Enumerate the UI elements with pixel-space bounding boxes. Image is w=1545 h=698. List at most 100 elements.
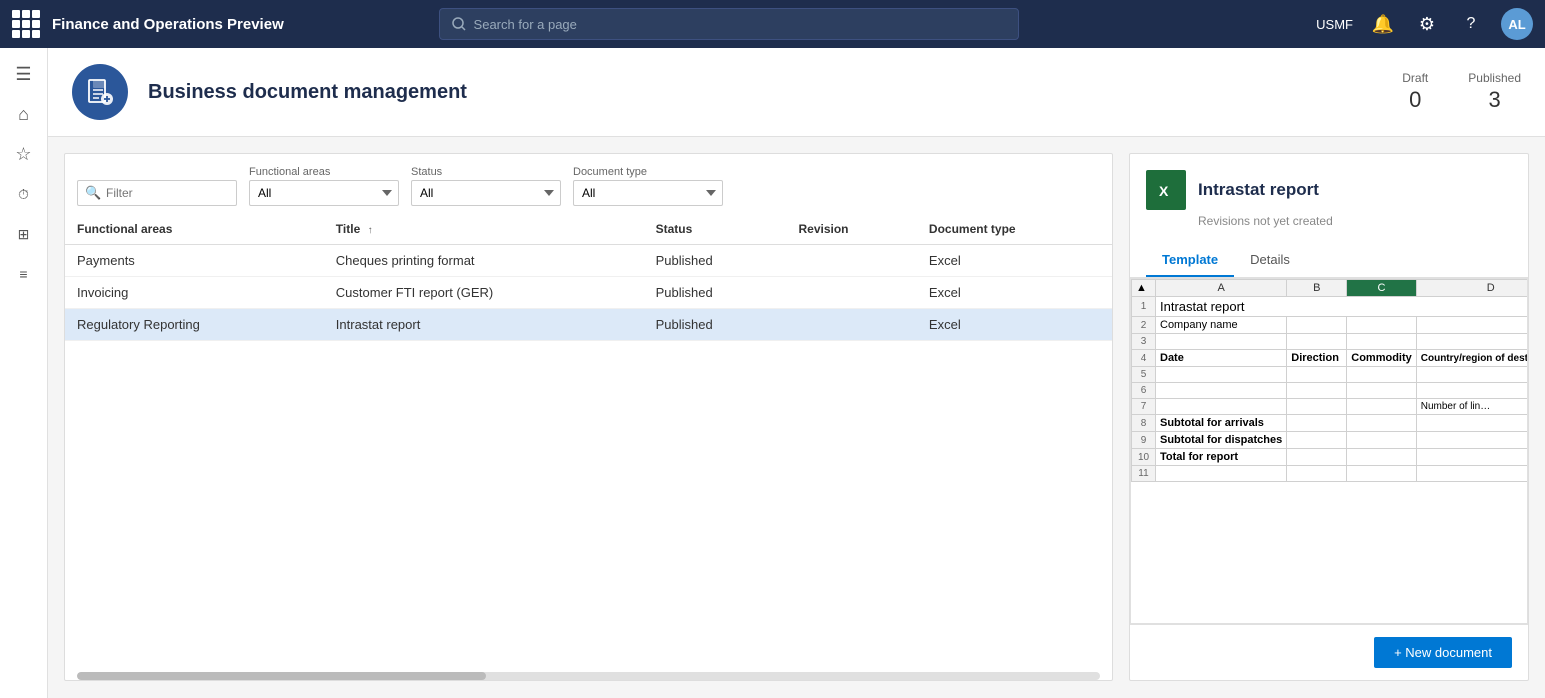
document-type-select[interactable]: All <box>573 180 723 206</box>
published-stat: Published 3 <box>1468 71 1521 113</box>
published-value: 3 <box>1468 87 1521 113</box>
horizontal-scrollbar[interactable] <box>77 672 1100 680</box>
functional-areas-label: Functional areas <box>249 166 399 178</box>
functional-areas-select[interactable]: All <box>249 180 399 206</box>
main-content: Business document management Draft 0 Pub… <box>48 48 1545 698</box>
cell-functional-area: Regulatory Reporting <box>65 309 324 341</box>
detail-footer: + New document <box>1130 624 1528 680</box>
search-input[interactable] <box>474 17 1006 32</box>
page-stats: Draft 0 Published 3 <box>1402 71 1521 113</box>
company-label: USMF <box>1316 17 1353 32</box>
notification-icon[interactable]: 🔔 <box>1369 10 1397 38</box>
status-select[interactable]: All <box>411 180 561 206</box>
cell-2a: Company name <box>1156 317 1287 334</box>
top-navigation: Finance and Operations Preview USMF 🔔 ⚙ … <box>0 0 1545 48</box>
col-a: A <box>1156 280 1287 297</box>
status-filter-label: Status <box>411 166 561 178</box>
tab-template[interactable]: Template <box>1146 244 1234 277</box>
detail-title-row: X Intrastat report <box>1146 170 1512 210</box>
excel-grid: ▲ A B C D 1 Intrastat report <box>1131 279 1528 482</box>
col-title[interactable]: Title ↑ <box>324 214 644 245</box>
col-document-type[interactable]: Document type <box>917 214 1112 245</box>
cell-4c: Commodity <box>1347 350 1417 367</box>
col-revision[interactable]: Revision <box>787 214 917 245</box>
excel-row: 4 Date Direction Commodity Country/regio… <box>1132 350 1529 367</box>
page-header: Business document management Draft 0 Pub… <box>48 48 1545 137</box>
draft-stat: Draft 0 <box>1402 71 1428 113</box>
cell-1a: Intrastat report <box>1156 297 1529 317</box>
tab-details[interactable]: Details <box>1234 244 1306 277</box>
cell-status: Published <box>644 309 787 341</box>
cell-10a: Total for report <box>1156 449 1287 466</box>
content-area: 🔍 Functional areas All Status All <box>48 137 1545 697</box>
filter-input-wrap: 🔍 <box>77 180 237 206</box>
col-functional-areas[interactable]: Functional areas <box>65 214 324 245</box>
col-c: C <box>1347 280 1417 297</box>
document-type-filter: Document type All <box>573 166 723 206</box>
help-icon[interactable]: ? <box>1457 10 1485 38</box>
cell-7d: Number of lin… <box>1416 399 1528 415</box>
excel-row: 11 <box>1132 466 1529 482</box>
search-bar[interactable] <box>439 8 1019 40</box>
excel-row: 9 Subtotal for dispatches <box>1132 432 1529 449</box>
draft-label: Draft <box>1402 71 1428 85</box>
draft-value: 0 <box>1402 87 1428 113</box>
cell-4d: Country/region of destination <box>1416 350 1528 367</box>
cell-status: Published <box>644 277 787 309</box>
table-row[interactable]: Payments Cheques printing format Publish… <box>65 245 1112 277</box>
documents-table: Functional areas Title ↑ Status Revision… <box>65 214 1112 341</box>
cell-document-type: Excel <box>917 245 1112 277</box>
functional-areas-filter: Functional areas All <box>249 166 399 206</box>
table-panel: 🔍 Functional areas All Status All <box>64 153 1113 681</box>
cell-4a: Date <box>1156 350 1287 367</box>
col-status[interactable]: Status <box>644 214 787 245</box>
sidebar: ☰ ⌂ ☆ ⏱ ⊞ ≡ <box>0 48 48 698</box>
cell-document-type: Excel <box>917 309 1112 341</box>
cell-4b: Direction <box>1287 350 1347 367</box>
excel-row: 3 <box>1132 334 1529 350</box>
excel-row: 7 Number of lin… <box>1132 399 1529 415</box>
filter-search-icon: 🔍 <box>85 185 101 201</box>
new-document-button[interactable]: + New document <box>1374 637 1512 668</box>
sidebar-recent-btn[interactable]: ⏱ <box>6 176 42 212</box>
excel-row: 5 <box>1132 367 1529 383</box>
detail-subtitle: Revisions not yet created <box>1198 214 1512 228</box>
cell-8a: Subtotal for arrivals <box>1156 415 1287 432</box>
sidebar-favorites-btn[interactable]: ☆ <box>6 136 42 172</box>
sidebar-home-btn[interactable]: ⌂ <box>6 96 42 132</box>
col-b: B <box>1287 280 1347 297</box>
sort-indicator: ↑ <box>368 225 373 236</box>
corner-cell: ▲ <box>1132 280 1156 297</box>
cell-title: Cheques printing format <box>324 245 644 277</box>
table-row[interactable]: Invoicing Customer FTI report (GER) Publ… <box>65 277 1112 309</box>
table-row[interactable]: Regulatory Reporting Intrastat report Pu… <box>65 309 1112 341</box>
document-type-label: Document type <box>573 166 723 178</box>
main-layout: ☰ ⌂ ☆ ⏱ ⊞ ≡ Business document man <box>0 48 1545 698</box>
cell-revision <box>787 309 917 341</box>
settings-icon[interactable]: ⚙ <box>1413 10 1441 38</box>
sidebar-modules-btn[interactable]: ≡ <box>6 256 42 292</box>
detail-title: Intrastat report <box>1198 180 1319 200</box>
sidebar-menu-btn[interactable]: ☰ <box>6 56 42 92</box>
table-scroll: Functional areas Title ↑ Status Revision… <box>65 214 1112 664</box>
user-avatar[interactable]: AL <box>1501 8 1533 40</box>
search-icon <box>452 17 466 31</box>
cell-title: Intrastat report <box>324 309 644 341</box>
excel-row: 10 Total for report <box>1132 449 1529 466</box>
published-label: Published <box>1468 71 1521 85</box>
cell-functional-area: Payments <box>65 245 324 277</box>
scrollbar-thumb <box>77 672 486 680</box>
col-d: D <box>1416 280 1528 297</box>
excel-row: 8 Subtotal for arrivals <box>1132 415 1529 432</box>
excel-row: 2 Company name <box>1132 317 1529 334</box>
detail-tabs: Template Details <box>1130 236 1528 278</box>
sidebar-workspaces-btn[interactable]: ⊞ <box>6 216 42 252</box>
cell-9a: Subtotal for dispatches <box>1156 432 1287 449</box>
svg-text:X: X <box>1159 183 1169 199</box>
page-icon <box>72 64 128 120</box>
detail-header: X Intrastat report Revisions not yet cre… <box>1130 154 1528 236</box>
horizontal-scrollbar-area <box>65 664 1112 680</box>
excel-preview: ▲ A B C D 1 Intrastat report <box>1130 278 1528 624</box>
app-title: Finance and Operations Preview <box>52 16 284 33</box>
grid-menu-icon[interactable] <box>12 10 40 38</box>
